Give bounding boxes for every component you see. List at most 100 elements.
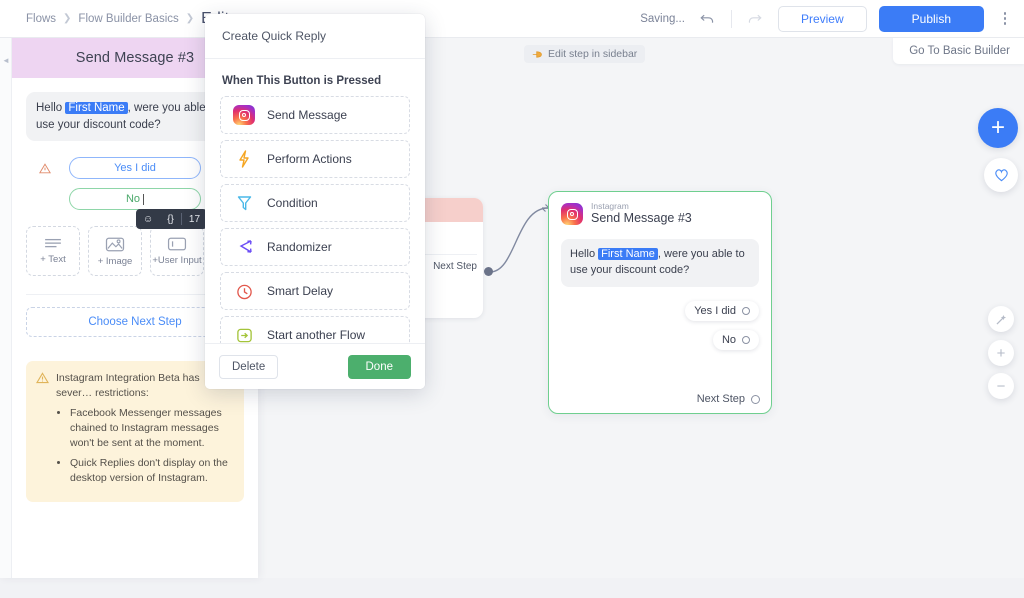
next-step-connector-dot[interactable] bbox=[751, 394, 760, 404]
warning-triangle-icon bbox=[39, 163, 51, 174]
node-reply-pill[interactable]: No bbox=[712, 329, 759, 350]
next-step-connector-dot[interactable] bbox=[484, 267, 493, 276]
preview-button[interactable]: Preview bbox=[777, 5, 867, 32]
minus-icon: − bbox=[996, 377, 1006, 395]
warning-triangle-icon bbox=[36, 372, 49, 384]
plus-icon: + bbox=[990, 114, 1005, 141]
add-user-input-button[interactable]: +User Input bbox=[150, 226, 204, 277]
reply-connector-dot[interactable] bbox=[742, 335, 750, 344]
node-message-bubble: Hello First Name, were you able to use y… bbox=[561, 238, 759, 287]
node-reply-label: Yes I did bbox=[694, 304, 736, 317]
pointing-hand-icon bbox=[532, 50, 542, 58]
text-cursor bbox=[143, 193, 145, 205]
menu-item-send-message[interactable]: Send Message bbox=[220, 96, 410, 134]
breadcrumb-item-flow-builder-basics[interactable]: Flow Builder Basics bbox=[78, 13, 178, 25]
quick-reply-popup: Create Quick Reply When This Button is P… bbox=[205, 14, 425, 389]
add-block-label: + Image bbox=[97, 255, 133, 267]
bottom-strip bbox=[0, 578, 1024, 598]
menu-item-randomizer[interactable]: Randomizer bbox=[220, 228, 410, 266]
magic-wand-button[interactable] bbox=[988, 306, 1014, 332]
go-to-basic-builder-button[interactable]: Go To Basic Builder bbox=[893, 38, 1024, 64]
zoom-in-button[interactable]: + bbox=[988, 340, 1014, 366]
first-name-variable-chip[interactable]: First Name bbox=[65, 102, 128, 114]
redo-icon[interactable] bbox=[744, 8, 766, 30]
popup-action-list[interactable]: Send Message Perform Actions Condition R… bbox=[205, 96, 425, 343]
done-button-label: Done bbox=[365, 360, 394, 373]
edit-step-pill-label: Edit step in sidebar bbox=[548, 48, 638, 60]
quick-reply-button-no[interactable]: No bbox=[69, 188, 201, 211]
favorite-button[interactable] bbox=[984, 158, 1018, 192]
clock-icon bbox=[234, 283, 254, 300]
edit-step-in-sidebar-pill[interactable]: Edit step in sidebar bbox=[524, 45, 646, 63]
image-icon bbox=[105, 237, 125, 252]
popup-title: Create Quick Reply bbox=[222, 29, 327, 43]
quick-reply-editor-toolbar[interactable]: ☺ {} 17 bbox=[136, 209, 208, 230]
list-item: Quick Replies don't display on the deskt… bbox=[70, 456, 234, 486]
sidebar-rail[interactable]: ◄ bbox=[0, 38, 12, 578]
breadcrumb: Flows ❯ Flow Builder Basics ❯ Edit bbox=[26, 10, 229, 28]
menu-item-start-another-flow[interactable]: Start another Flow bbox=[220, 316, 410, 343]
heart-icon bbox=[994, 169, 1008, 182]
top-toolbar-actions: Saving... Preview Publish bbox=[640, 5, 1024, 32]
node-next-step-label: Next Step bbox=[696, 393, 745, 405]
choose-next-step-label: Choose Next Step bbox=[88, 316, 182, 329]
add-image-button[interactable]: + Image bbox=[88, 226, 142, 277]
menu-item-label: Randomizer bbox=[267, 240, 332, 254]
shuffle-arrows-icon bbox=[234, 239, 254, 255]
delete-button-label: Delete bbox=[232, 360, 266, 373]
node-header: Instagram Send Message #3 bbox=[561, 201, 759, 227]
node-title: Send Message #3 bbox=[591, 211, 692, 226]
instagram-icon bbox=[233, 105, 255, 125]
message-before: Hello bbox=[36, 102, 66, 114]
zoom-out-button[interactable]: − bbox=[988, 373, 1014, 399]
page-title: Send Message #3 bbox=[75, 50, 195, 66]
curly-braces-icon[interactable]: {} bbox=[160, 209, 181, 229]
chevron-left-icon[interactable]: ◄ bbox=[2, 56, 10, 65]
list-item: Facebook Messenger messages chained to I… bbox=[70, 406, 234, 451]
node-next-step[interactable]: Next Step bbox=[697, 393, 760, 405]
node-reply-pill[interactable]: Yes I did bbox=[685, 300, 759, 321]
add-text-button[interactable]: + Text bbox=[26, 226, 80, 277]
node-msg-variable: First Name bbox=[598, 247, 658, 260]
node-platform-label: Instagram bbox=[591, 201, 629, 211]
add-step-button[interactable]: + bbox=[978, 108, 1018, 148]
node-msg-before: Hello bbox=[570, 247, 599, 260]
emoji-icon[interactable]: ☺ bbox=[136, 209, 160, 229]
instagram-icon bbox=[561, 203, 583, 226]
plus-icon: + bbox=[996, 344, 1006, 362]
top-toolbar: Flows ❯ Flow Builder Basics ❯ Edit Savin… bbox=[0, 0, 1024, 38]
saving-status: Saving... bbox=[640, 12, 685, 25]
preview-button-label: Preview bbox=[800, 11, 844, 26]
menu-item-condition[interactable]: Condition bbox=[220, 184, 410, 222]
menu-item-label: Condition bbox=[267, 196, 318, 210]
popup-header: Create Quick Reply bbox=[205, 14, 425, 59]
flow-node-send-message-3[interactable]: Instagram Send Message #3 Hello First Na… bbox=[548, 191, 772, 414]
node-reply-row-1[interactable]: No bbox=[561, 329, 759, 350]
add-block-label: +User Input bbox=[152, 255, 202, 267]
add-block-label: + Text bbox=[40, 254, 66, 266]
chevron-right-icon: ❯ bbox=[185, 13, 195, 24]
quick-reply-label: Yes I did bbox=[114, 162, 156, 175]
done-button[interactable]: Done bbox=[347, 354, 411, 379]
node-reply-label: No bbox=[721, 333, 736, 346]
toolbar-divider bbox=[730, 9, 732, 28]
menu-item-perform-actions[interactable]: Perform Actions bbox=[220, 140, 410, 178]
menu-item-label: Send Message bbox=[267, 108, 348, 122]
undo-icon[interactable] bbox=[697, 8, 719, 30]
go-to-basic-builder-label: Go To Basic Builder bbox=[909, 45, 1010, 57]
magic-wand-icon bbox=[995, 314, 1006, 325]
kebab-menu-icon[interactable] bbox=[996, 7, 1014, 31]
menu-item-smart-delay[interactable]: Smart Delay bbox=[220, 272, 410, 310]
user-input-icon bbox=[167, 237, 187, 251]
publish-button-label: Publish bbox=[911, 11, 951, 26]
delete-button[interactable]: Delete bbox=[219, 354, 279, 379]
reply-connector-dot[interactable] bbox=[742, 306, 750, 315]
quick-reply-label: No bbox=[125, 193, 141, 206]
funnel-filter-icon bbox=[234, 195, 254, 212]
arrow-into-box-icon bbox=[234, 327, 254, 344]
quick-reply-button-yes[interactable]: Yes I did bbox=[69, 157, 201, 180]
breadcrumb-item-flows[interactable]: Flows bbox=[26, 13, 56, 25]
node-reply-row-0[interactable]: Yes I did bbox=[561, 300, 759, 321]
text-lines-icon bbox=[45, 239, 61, 248]
publish-button[interactable]: Publish bbox=[878, 5, 984, 32]
